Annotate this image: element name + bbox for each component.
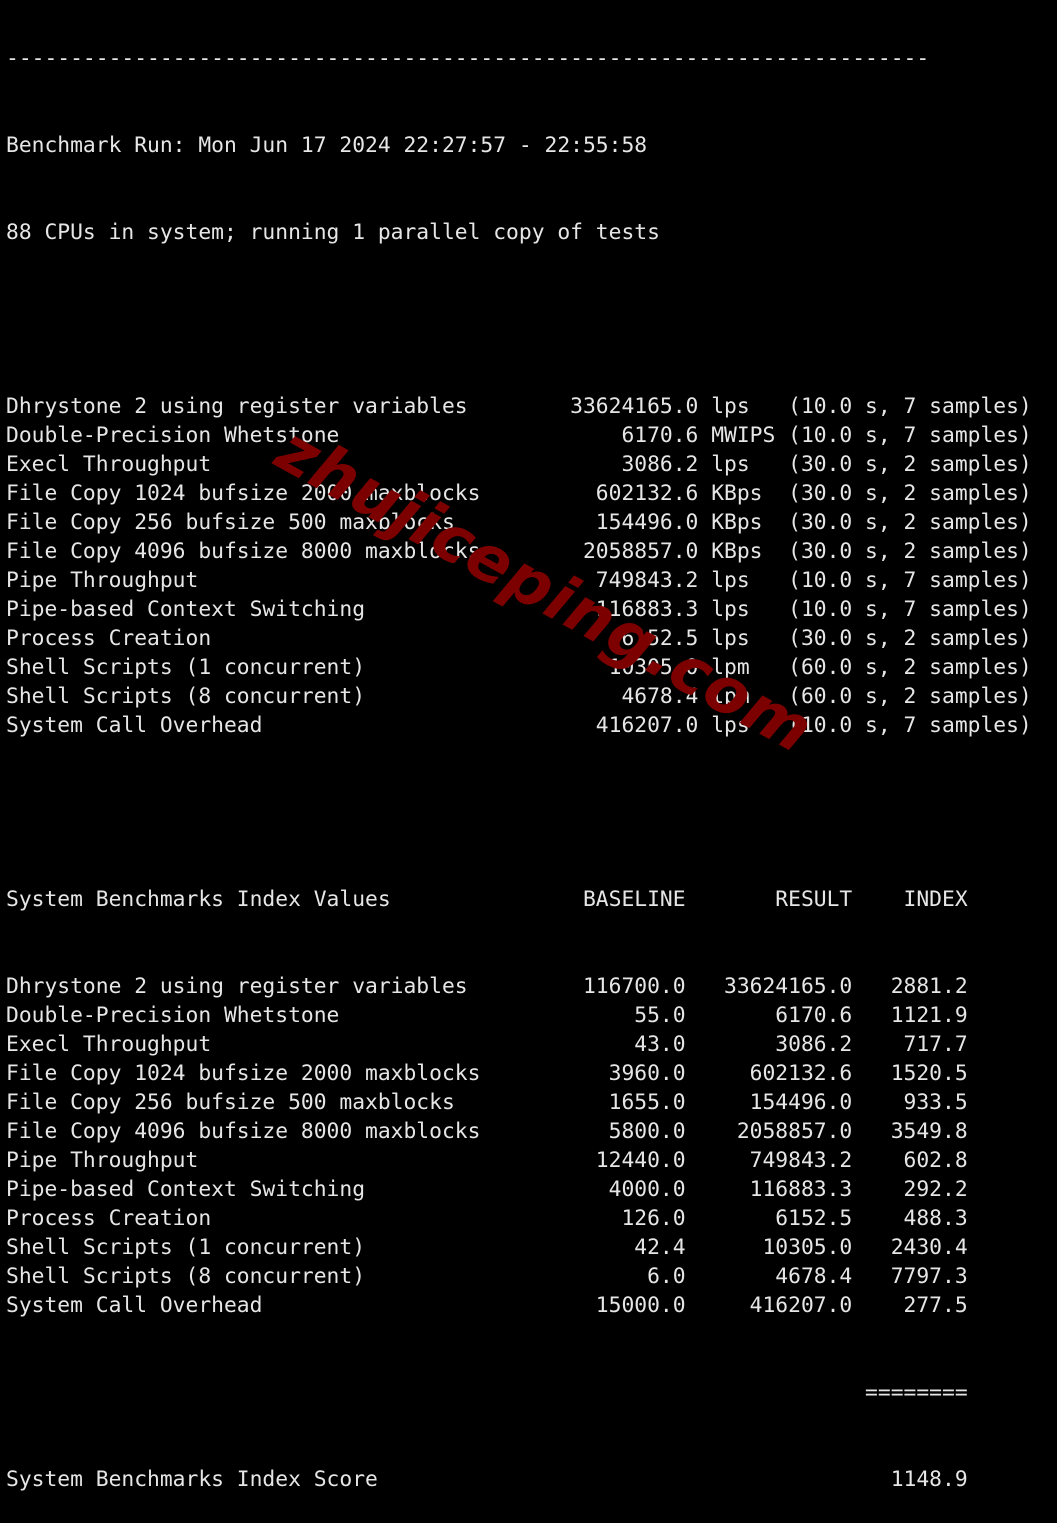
raw-results-list: Dhrystone 2 using register variables 336…	[6, 392, 1032, 740]
raw-result-row: Shell Scripts (8 concurrent) 4678.4 lpm …	[6, 684, 1032, 709]
index-table-row: File Copy 1024 bufsize 2000 maxblocks 39…	[6, 1061, 968, 1086]
index-table-row: Dhrystone 2 using register variables 116…	[6, 974, 968, 999]
terminal-output: ----------------------------------------…	[6, 0, 1032, 1523]
raw-result-row: Process Creation 6152.5 lps (30.0 s, 2 s…	[6, 626, 1032, 651]
cpu-info-line: 88 CPUs in system; running 1 parallel co…	[6, 220, 660, 245]
index-table-row: Shell Scripts (1 concurrent) 42.4 10305.…	[6, 1235, 968, 1260]
index-table-row: File Copy 4096 bufsize 8000 maxblocks 58…	[6, 1119, 968, 1144]
index-table-row: Double-Precision Whetstone 55.0 6170.6 1…	[6, 1003, 968, 1028]
raw-result-row: File Copy 1024 bufsize 2000 maxblocks 60…	[6, 481, 1032, 506]
raw-result-row: System Call Overhead 416207.0 lps (10.0 …	[6, 713, 1032, 738]
index-table-row: Pipe-based Context Switching 4000.0 1168…	[6, 1177, 968, 1202]
raw-result-row: File Copy 4096 bufsize 8000 maxblocks 20…	[6, 539, 1032, 564]
benchmark-run-line: Benchmark Run: Mon Jun 17 2024 22:27:57 …	[6, 133, 648, 158]
raw-result-row: File Copy 256 bufsize 500 maxblocks 1544…	[6, 510, 1032, 535]
raw-result-row: Pipe-based Context Switching 116883.3 lp…	[6, 597, 1032, 622]
index-table-row: File Copy 256 bufsize 500 maxblocks 1655…	[6, 1090, 968, 1115]
raw-result-row: Dhrystone 2 using register variables 336…	[6, 394, 1032, 419]
index-table-row: Process Creation 126.0 6152.5 488.3	[6, 1206, 968, 1231]
index-table-row: Pipe Throughput 12440.0 749843.2 602.8	[6, 1148, 968, 1173]
separator-line: ----------------------------------------…	[6, 46, 930, 71]
raw-result-row: Shell Scripts (1 concurrent) 10305.0 lpm…	[6, 655, 1032, 680]
total-rule: ========	[6, 1380, 968, 1405]
index-table-row: System Call Overhead 15000.0 416207.0 27…	[6, 1293, 968, 1318]
index-table-row: Execl Throughput 43.0 3086.2 717.7	[6, 1032, 968, 1057]
index-table-row: Shell Scripts (8 concurrent) 6.0 4678.4 …	[6, 1264, 968, 1289]
index-table-header: System Benchmarks Index Values BASELINE …	[6, 887, 968, 912]
index-score-line: System Benchmarks Index Score 1148.9	[6, 1467, 968, 1492]
raw-result-row: Double-Precision Whetstone 6170.6 MWIPS …	[6, 423, 1032, 448]
raw-result-row: Pipe Throughput 749843.2 lps (10.0 s, 7 …	[6, 568, 1032, 593]
raw-result-row: Execl Throughput 3086.2 lps (30.0 s, 2 s…	[6, 452, 1032, 477]
index-table-rows: Dhrystone 2 using register variables 116…	[6, 972, 1032, 1320]
